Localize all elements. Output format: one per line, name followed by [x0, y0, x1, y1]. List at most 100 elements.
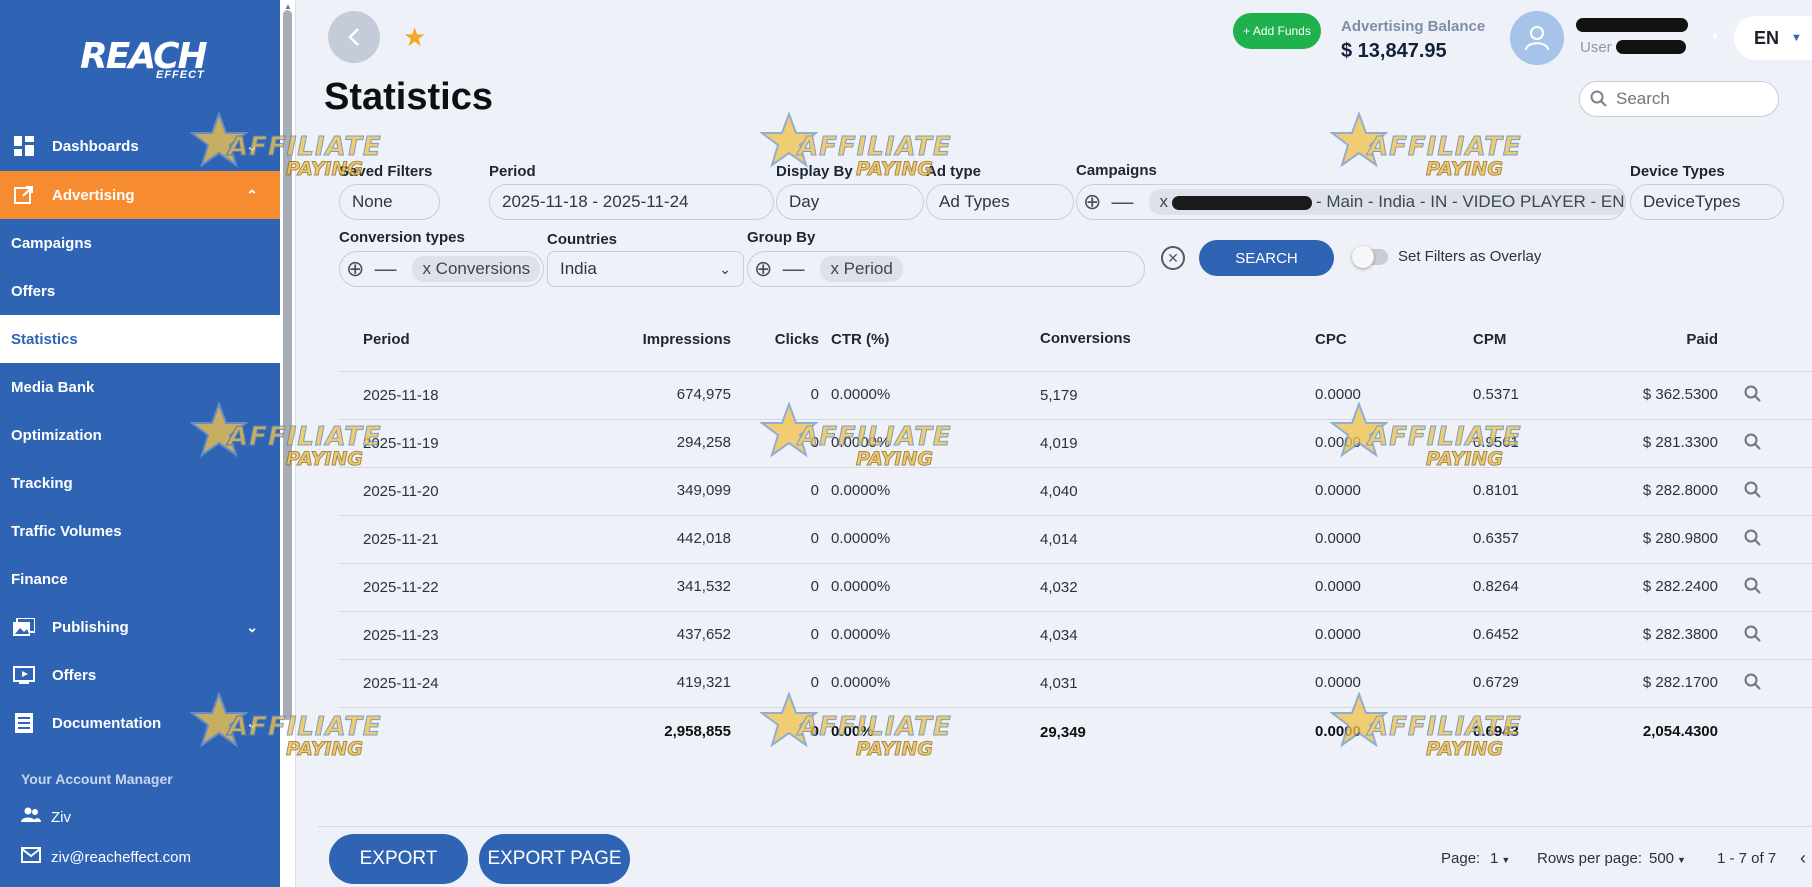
sidebar-item-offers-publishing[interactable]: Offers	[0, 651, 280, 699]
sidebar-item-label: Dashboards	[52, 137, 139, 155]
plus-circle-icon[interactable]: ⊕	[1083, 191, 1101, 213]
sidebar-item-offers[interactable]: Offers	[0, 267, 280, 315]
cell-impressions: 341,532	[676, 578, 731, 595]
column-header-period[interactable]: Period	[363, 331, 410, 348]
page-select[interactable]: 1 ▼	[1490, 850, 1510, 867]
favorite-star-icon[interactable]: ★	[403, 22, 426, 53]
cell-impressions: 349,099	[676, 482, 731, 499]
total-impressions: 2,958,855	[664, 723, 731, 740]
countries-select[interactable]: India ⌄	[547, 251, 744, 287]
column-header-cpc[interactable]: CPC	[1315, 331, 1347, 348]
sidebar-item-optimization[interactable]: Optimization	[0, 411, 280, 459]
account-manager-email[interactable]: ziv@reacheffect.com	[21, 847, 191, 867]
row-details-search-icon[interactable]	[1744, 433, 1762, 456]
cell-conversions: 4,032	[1040, 579, 1078, 596]
chevron-down-icon: ▼	[1791, 32, 1802, 44]
saved-filters-select[interactable]: None	[339, 184, 440, 220]
document-icon	[12, 712, 36, 734]
search-input[interactable]	[1616, 89, 1766, 109]
caret-down-icon: ▼	[1677, 855, 1686, 865]
cell-paid: $ 282.8000	[1642, 482, 1718, 499]
clear-filters-icon[interactable]: ✕	[1161, 246, 1185, 270]
total-paid: 2,054.4300	[1642, 723, 1718, 740]
images-icon	[12, 616, 36, 638]
export-page-button[interactable]: EXPORT PAGE	[479, 834, 630, 884]
search-button[interactable]: SEARCH	[1199, 240, 1334, 276]
minus-icon[interactable]: —	[1111, 191, 1133, 213]
cell-impressions: 674,975	[676, 386, 731, 403]
star-logo-icon	[1330, 112, 1388, 168]
cell-clicks: 0	[810, 386, 819, 403]
plus-circle-icon[interactable]: ⊕	[754, 258, 772, 280]
sidebar-item-tracking[interactable]: Tracking	[0, 459, 280, 507]
conversion-types-select[interactable]: ⊕ — x Conversions	[339, 251, 544, 287]
cell-cpm: 0.9561	[1473, 434, 1519, 451]
sidebar-item-media-bank[interactable]: Media Bank	[0, 363, 280, 411]
search-input-wrapper[interactable]	[1579, 81, 1779, 117]
cell-conversions: 5,179	[1040, 387, 1078, 404]
back-button[interactable]	[328, 11, 380, 63]
sidebar-item-label: Media Bank	[11, 378, 95, 396]
cell-period: 2025-11-23	[363, 627, 439, 644]
row-details-search-icon[interactable]	[1744, 625, 1762, 648]
row-details-search-icon[interactable]	[1744, 577, 1762, 600]
column-header-paid[interactable]: Paid	[1600, 331, 1718, 348]
sidebar-item-dashboards[interactable]: Dashboards ⌄	[0, 122, 280, 170]
add-funds-button[interactable]: + Add Funds	[1233, 13, 1321, 49]
ad-type-select[interactable]: Ad Types	[926, 184, 1074, 220]
sidebar-item-documentation[interactable]: Documentation ⌄	[0, 699, 280, 747]
star-logo-icon	[760, 112, 818, 168]
period-date-range[interactable]: 2025-11-18 - 2025-11-24	[489, 184, 774, 220]
row-details-search-icon[interactable]	[1744, 529, 1762, 552]
table-divider	[339, 467, 1812, 468]
row-details-search-icon[interactable]	[1744, 673, 1762, 696]
reach-effect-logo[interactable]: REACH EFFECT	[80, 36, 210, 86]
device-types-select[interactable]: DeviceTypes	[1630, 184, 1784, 220]
minus-icon[interactable]: —	[782, 258, 804, 280]
overlay-toggle[interactable]	[1352, 246, 1388, 268]
display-by-select[interactable]: Day	[776, 184, 924, 220]
cell-conversions: 4,031	[1040, 675, 1078, 692]
column-header-cpm[interactable]: CPM	[1473, 331, 1506, 348]
sidebar-item-publishing[interactable]: Publishing ⌄	[0, 603, 280, 651]
row-details-search-icon[interactable]	[1744, 385, 1762, 408]
cell-period: 2025-11-24	[363, 675, 439, 692]
cell-cpm: 0.5371	[1473, 386, 1519, 403]
group-by-chip[interactable]: x Period	[820, 256, 903, 282]
cell-cpc: 0.0000	[1315, 626, 1361, 643]
minus-icon[interactable]: —	[374, 258, 396, 280]
cell-ctr: 0.0000%	[831, 626, 891, 643]
sidebar-item-statistics[interactable]: Statistics	[0, 315, 280, 363]
group-by-select[interactable]: ⊕ — x Period	[747, 251, 1145, 287]
previous-page-icon[interactable]: ‹	[1800, 848, 1806, 869]
sidebar-item-campaigns[interactable]: Campaigns	[0, 219, 280, 267]
total-cpm: 0.6943	[1473, 723, 1519, 740]
sidebar-scroll-thumb[interactable]	[283, 10, 292, 720]
cell-ctr: 0.0000%	[831, 530, 891, 547]
campaign-chip[interactable]: x- Main - India - IN - VIDEO PLAYER - EN	[1149, 189, 1625, 215]
user-menu-caret-icon[interactable]: ▼	[1710, 32, 1720, 43]
avatar[interactable]	[1510, 11, 1564, 65]
countries-label: Countries	[547, 231, 618, 248]
column-header-clicks[interactable]: Clicks	[760, 331, 819, 348]
plus-circle-icon[interactable]: ⊕	[346, 258, 364, 280]
column-header-conversions[interactable]: Conversions	[1040, 330, 1131, 347]
cell-paid: $ 282.2400	[1642, 578, 1718, 595]
column-header-impressions[interactable]: Impressions	[600, 331, 731, 348]
cell-clicks: 0	[810, 674, 819, 691]
sidebar-item-label: Publishing	[52, 618, 129, 636]
row-details-search-icon[interactable]	[1744, 481, 1762, 504]
sidebar-item-traffic-volumes[interactable]: Traffic Volumes	[0, 507, 280, 555]
campaigns-select[interactable]: ⊕ — x- Main - India - IN - VIDEO PLAYER …	[1076, 184, 1626, 220]
sidebar-item-label: Optimization	[11, 426, 102, 444]
rows-per-page-select[interactable]: 500 ▼	[1649, 850, 1686, 867]
sidebar-item-finance[interactable]: Finance	[0, 555, 280, 603]
column-header-ctr[interactable]: CTR (%)	[831, 331, 889, 348]
table-divider	[339, 611, 1812, 612]
sidebar-item-advertising[interactable]: Advertising ⌃	[0, 171, 280, 219]
export-button[interactable]: EXPORT	[329, 834, 468, 884]
conversion-chip[interactable]: x Conversions	[412, 256, 541, 282]
language-select[interactable]: EN ▼	[1734, 16, 1812, 60]
sidebar-item-label: Offers	[52, 666, 97, 684]
cell-cpm: 0.6452	[1473, 626, 1519, 643]
